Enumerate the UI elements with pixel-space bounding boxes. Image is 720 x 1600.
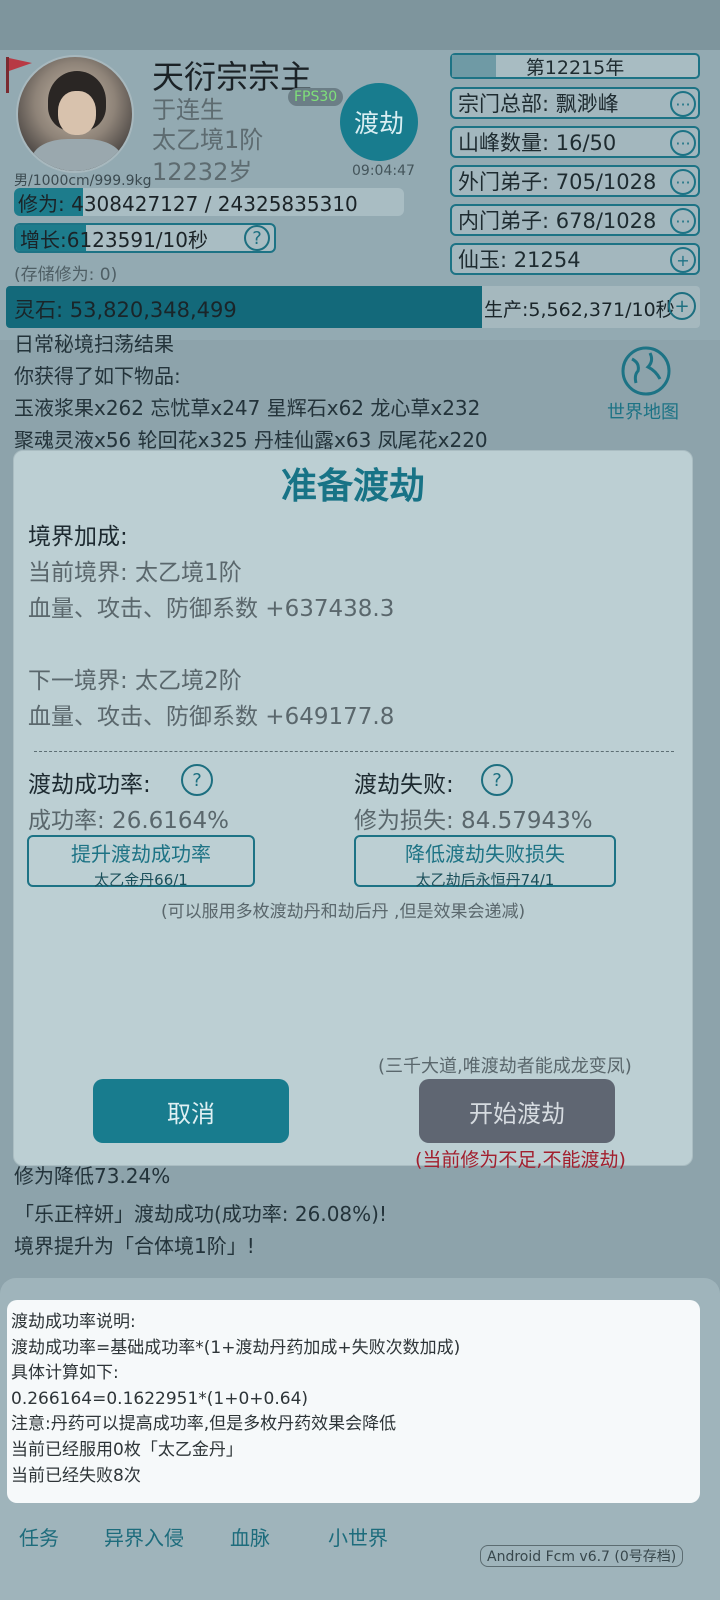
tooltip-line: 当前已经失败8次 <box>11 1465 141 1486</box>
spirit-stone-label: 灵石: 53,820,348,499 <box>14 298 237 322</box>
nav-bloodline[interactable]: 血脉 <box>230 1522 270 1551</box>
dujie-dialog: 准备渡劫 境界加成: 当前境界: 太乙境1阶 血量、攻击、防御系数 +63743… <box>13 450 693 1171</box>
dujie-button[interactable]: 渡劫 <box>340 83 418 161</box>
plus-icon[interactable]: + <box>668 292 696 320</box>
year-label: 第12215年 <box>525 56 625 79</box>
jade-panel: 仙玉: 21254 + <box>450 243 700 275</box>
log-line: 你获得了如下物品: <box>14 364 181 388</box>
spirit-stone-production: 生产:5,562,371/10秒 <box>484 299 675 321</box>
success-rate-tooltip: 渡劫成功率说明: 渡劫成功率=基础成功率*(1+渡劫丹药加成+失败次数加成) 具… <box>7 1300 700 1503</box>
next-realm: 下一境界: 太乙境2阶 <box>28 668 242 694</box>
tooltip-line: 渡劫成功率=基础成功率*(1+渡劫丹药加成+失败次数加成) <box>11 1337 461 1358</box>
sect-hq-label: 宗门总部: 飘渺峰 <box>458 92 619 116</box>
nav-invasion[interactable]: 异界入侵 <box>104 1522 184 1551</box>
log-line: 「乐正梓妍」渡劫成功(成功率: 26.08%)! <box>14 1202 387 1226</box>
tooltip-line: 0.266164=0.1622951*(1+0+0.64) <box>11 1388 309 1409</box>
improve-success-pill: 太乙金丹66/1 <box>94 871 188 889</box>
divider <box>34 751 674 752</box>
log-line: 聚魂灵液x56 轮回花x325 丹桂仙露x63 凤尾花x220 <box>14 428 488 452</box>
improve-success-label: 提升渡劫成功率 <box>71 842 211 866</box>
success-rate: 成功率: 26.6164% <box>28 808 230 834</box>
stored-xiuwei: (存储修为: 0) <box>14 265 118 285</box>
version-label: Android Fcm v6.7 (0号存档) <box>480 1545 684 1567</box>
peaks-label: 山峰数量: 16/50 <box>458 131 617 155</box>
success-help-icon[interactable]: ? <box>181 764 213 796</box>
improve-success-button[interactable]: 提升渡劫成功率 太乙金丹66/1 <box>27 835 255 889</box>
outer-disciples-panel: 外门弟子: 705/1028 ··· <box>450 165 700 197</box>
current-coef: 血量、攻击、防御系数 +637438.3 <box>28 596 395 622</box>
plus-icon[interactable]: + <box>670 247 696 273</box>
fail-loss: 修为损失: 84.57943% <box>354 808 593 834</box>
log-line: 日常秘境扫荡结果 <box>14 332 174 356</box>
start-dujie-button[interactable]: 开始渡劫 <box>419 1079 615 1143</box>
more-icon[interactable]: ··· <box>670 91 696 117</box>
tooltip-line: 具体计算如下: <box>11 1363 119 1384</box>
fps-badge: FPS30 <box>288 88 344 106</box>
next-coef: 血量、攻击、防御系数 +649177.8 <box>28 704 395 730</box>
tooltip-line: 渡劫成功率说明: <box>11 1312 136 1332</box>
spirit-stone-bar: 灵石: 53,820,348,499 生产:5,562,371/10秒 + <box>6 286 700 328</box>
tooltip-line: 当前已经服用0枚「太乙金丹」 <box>11 1439 243 1460</box>
fail-help-icon[interactable]: ? <box>481 764 513 796</box>
globe-icon[interactable] <box>620 345 672 397</box>
nav-tasks[interactable]: 任务 <box>19 1522 59 1551</box>
realm-bonus-header: 境界加成: <box>28 524 128 550</box>
xiuwei-bar: 修为: 4308427127 / 24325835310 <box>14 188 404 216</box>
inner-disciples-panel: 内门弟子: 678/1028 ··· <box>450 204 700 236</box>
jade-label: 仙玉: 21254 <box>458 248 581 272</box>
peaks-panel: 山峰数量: 16/50 ··· <box>450 126 700 158</box>
clock: 09:04:47 <box>352 163 415 179</box>
motto: (三千大道,唯渡劫者能成龙变凤) <box>378 1056 632 1077</box>
status-strip <box>0 0 720 50</box>
year-panel: 第12215年 <box>450 53 700 79</box>
reduce-loss-pill: 太乙劫后永恒丹74/1 <box>415 871 555 889</box>
inner-disciples-label: 内门弟子: 678/1028 <box>458 209 657 233</box>
log-line: 玉液浆果x262 忘忧草x247 星辉石x62 龙心草x232 <box>14 396 481 420</box>
fail-header: 渡劫失败: <box>354 772 454 798</box>
tooltip-line: 注意:丹药可以提高成功率,但是多枚丹药效果会降低 <box>11 1414 397 1435</box>
log-line: 境界提升为「合体境1阶」! <box>14 1234 255 1258</box>
reduce-loss-button[interactable]: 降低渡劫失败损失 太乙劫后永恒丹74/1 <box>354 835 616 889</box>
growth-help-icon[interactable]: ? <box>244 225 270 251</box>
pill-note: (可以服用多枚渡劫丹和劫后丹 ,但是效果会递减) <box>161 902 526 922</box>
player-realm: 太乙境1阶 <box>152 126 264 154</box>
avatar[interactable] <box>16 55 134 173</box>
more-icon[interactable]: ··· <box>670 208 696 234</box>
success-header: 渡劫成功率: <box>28 772 151 798</box>
outer-disciples-label: 外门弟子: 705/1028 <box>458 170 657 194</box>
cancel-button[interactable]: 取消 <box>93 1079 289 1143</box>
sect-hq-panel: 宗门总部: 飘渺峰 ··· <box>450 87 700 119</box>
dialog-title: 准备渡劫 <box>280 466 425 507</box>
xiuwei-label: 修为: 4308427127 / 24325835310 <box>18 191 358 216</box>
growth-label: 增长:6123591/10秒 <box>20 227 208 252</box>
reduce-loss-label: 降低渡劫失败损失 <box>405 842 565 866</box>
nav-small-world[interactable]: 小世界 <box>328 1522 388 1551</box>
more-icon[interactable]: ··· <box>670 130 696 156</box>
more-icon[interactable]: ··· <box>670 169 696 195</box>
player-age: 12232岁 <box>152 158 253 186</box>
world-map-label[interactable]: 世界地图 <box>607 398 679 424</box>
growth-bar: 增长:6123591/10秒 <box>14 223 276 253</box>
current-realm: 当前境界: 太乙境1阶 <box>28 560 242 586</box>
insufficient-warning: (当前修为不足,不能渡劫) <box>415 1149 626 1171</box>
body-stats: 男/1000cm/999.9kg <box>14 173 152 189</box>
